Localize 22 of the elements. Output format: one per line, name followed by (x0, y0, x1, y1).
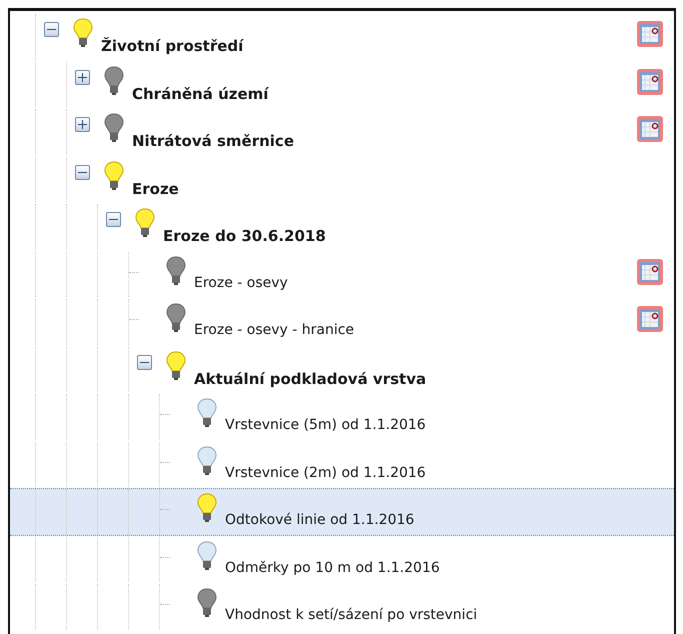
layer-name[interactable]: Vrstevnice (5m) od 1.1.2016 (225, 415, 426, 436)
selected-row[interactable]: Odtokové linie od 1.1.2016 (10, 488, 674, 536)
layer-name[interactable]: Eroze (132, 178, 179, 200)
collapse-icon[interactable] (106, 212, 121, 227)
light-bulb-icon[interactable] (197, 540, 217, 570)
layer-name[interactable]: Vrstevnice (2m) od 1.1.2016 (225, 462, 426, 484)
light-bulb-icon[interactable] (197, 446, 217, 476)
light-bulb-icon[interactable] (197, 398, 217, 428)
light-bulb-icon[interactable] (104, 160, 124, 190)
light-bulb-icon[interactable] (73, 18, 93, 48)
layer-name[interactable]: Eroze do 30.6.2018 (163, 225, 326, 248)
light-bulb-icon[interactable] (166, 350, 186, 380)
layer-name[interactable]: Aktuální podkladová vrstva (194, 368, 426, 390)
legend-icon[interactable] (636, 20, 664, 48)
light-bulb-icon[interactable] (197, 493, 217, 523)
light-bulb-icon[interactable] (135, 208, 155, 238)
layer-name[interactable]: Odtokové linie od 1.1.2016 (225, 510, 414, 531)
collapse-icon[interactable] (137, 354, 152, 370)
layer-name[interactable]: Odměrky po 10 m od 1.1.2016 (225, 558, 440, 578)
collapse-icon[interactable] (75, 164, 90, 180)
layer-name[interactable]: Životní prostředí (101, 35, 244, 58)
collapse-icon[interactable] (44, 22, 59, 37)
